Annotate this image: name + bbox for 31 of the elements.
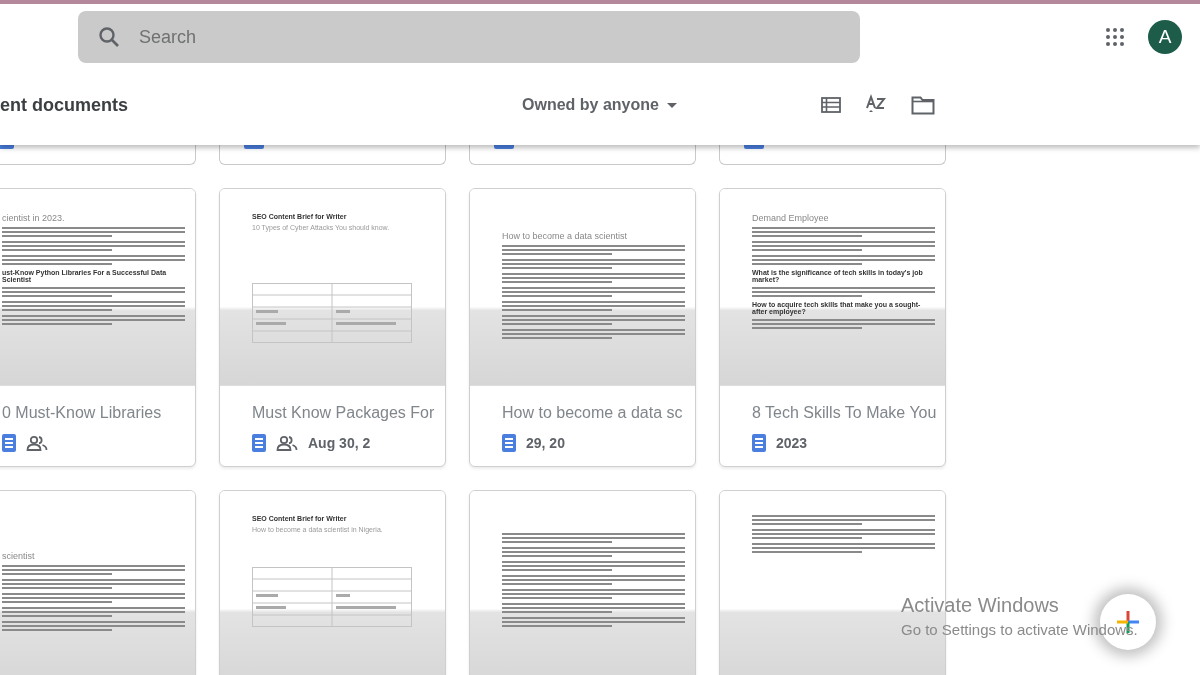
document-title: 8 Tech Skills To Make You — [752, 404, 938, 422]
preview-title: cientist in 2023. — [2, 213, 66, 223]
folder-icon[interactable] — [910, 95, 935, 115]
modified-date: Aug 30, 2 — [308, 435, 371, 451]
document-icon — [502, 434, 516, 452]
document-title: How to become a data sc — [502, 404, 684, 422]
document-card[interactable] — [469, 145, 696, 165]
document-title: Must Know Packages For — [252, 404, 436, 422]
owner-filter-dropdown[interactable]: Owned by anyone — [522, 96, 677, 114]
preview-title: scientist — [2, 551, 36, 561]
list-view-icon[interactable] — [820, 97, 841, 113]
modified-date: 2023 — [776, 435, 808, 451]
document-title: 0 Must-Know Libraries — [2, 404, 163, 422]
preview-title: Demand Employee — [752, 213, 830, 223]
document-icon — [2, 434, 16, 452]
document-card[interactable]: How to become a data scientist How to become a data sc 29, 20 — [469, 188, 696, 467]
modified-date: 29, 20 — [526, 435, 565, 451]
account-avatar[interactable]: A — [1148, 20, 1182, 54]
search-field[interactable]: Search — [78, 11, 860, 63]
apps-grid-icon[interactable] — [1106, 28, 1124, 46]
document-card[interactable] — [219, 145, 446, 165]
document-card[interactable]: scientist — [0, 490, 196, 675]
caret-icon — [666, 102, 677, 108]
preview-title: How to become a data scientist — [502, 231, 629, 241]
activation-notice-title: Activate Windows — [901, 594, 1060, 617]
document-card[interactable] — [719, 145, 946, 165]
activation-notice-text: Go to Settings to activate Windows. — [901, 621, 1138, 638]
search-icon — [97, 25, 121, 49]
section-title: ent documents — [0, 94, 129, 116]
document-icon — [252, 434, 266, 452]
document-icon — [752, 434, 766, 452]
